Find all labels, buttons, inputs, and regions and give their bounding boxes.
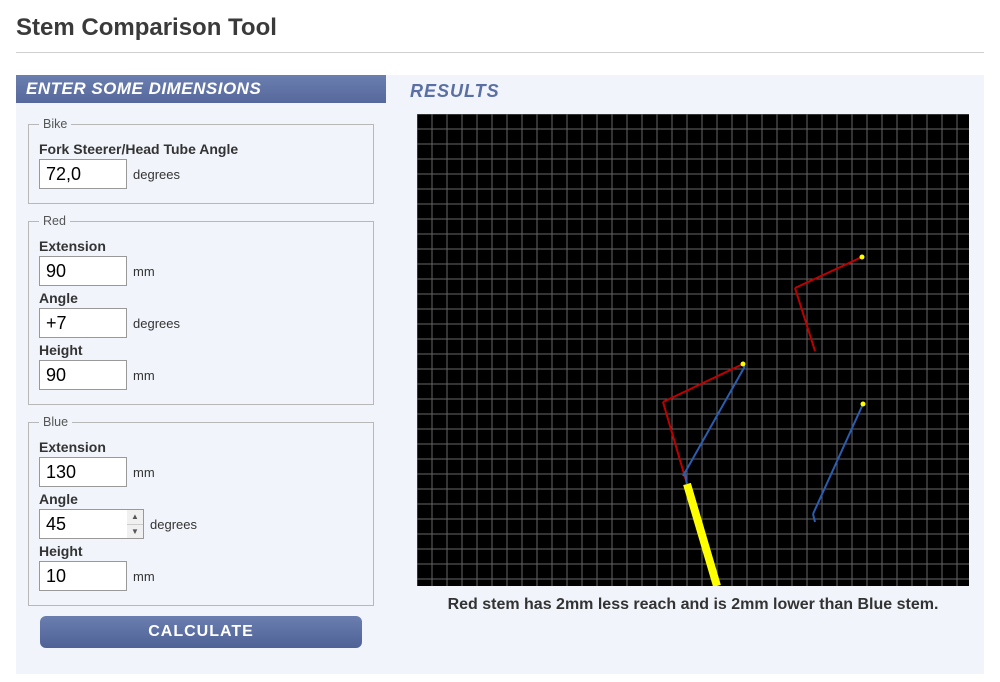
blue-angle-label: Angle xyxy=(39,491,363,507)
blue-extension-unit: mm xyxy=(133,465,155,480)
group-red: Red Extension mm Angle degrees Height xyxy=(28,214,374,405)
dimensions-panel: ENTER SOME DIMENSIONS Bike Fork Steerer/… xyxy=(16,75,386,662)
group-bike-legend: Bike xyxy=(39,117,71,131)
stem-diagram xyxy=(417,114,969,586)
results-title: RESULTS xyxy=(410,81,976,102)
page-title: Stem Comparison Tool xyxy=(16,8,984,53)
results-panel: RESULTS Red stem has 2mm less reach and … xyxy=(410,75,976,662)
red-extension-input[interactable] xyxy=(39,256,127,286)
blue-height-label: Height xyxy=(39,543,363,559)
red-height-unit: mm xyxy=(133,368,155,383)
red-extension-label: Extension xyxy=(39,238,363,254)
spinner-down-icon[interactable]: ▼ xyxy=(127,524,143,538)
blue-height-input[interactable] xyxy=(39,561,127,591)
panel-body: Bike Fork Steerer/Head Tube Angle degree… xyxy=(16,103,386,662)
calculate-button[interactable]: CALCULATE xyxy=(40,616,362,648)
red-height-input[interactable] xyxy=(39,360,127,390)
spinner-up-icon[interactable]: ▲ xyxy=(127,510,143,524)
head-angle-unit: degrees xyxy=(133,167,180,182)
group-blue-legend: Blue xyxy=(39,415,72,429)
blue-angle-input[interactable] xyxy=(39,509,127,539)
head-angle-input[interactable] xyxy=(39,159,127,189)
red-angle-label: Angle xyxy=(39,290,363,306)
red-extension-unit: mm xyxy=(133,264,155,279)
blue-extension-label: Extension xyxy=(39,439,363,455)
blue-extension-input[interactable] xyxy=(39,457,127,487)
group-blue: Blue Extension mm Angle ▲ ▼ xyxy=(28,415,374,606)
group-red-legend: Red xyxy=(39,214,70,228)
blue-height-unit: mm xyxy=(133,569,155,584)
content: ENTER SOME DIMENSIONS Bike Fork Steerer/… xyxy=(16,75,984,674)
blue-angle-unit: degrees xyxy=(150,517,197,532)
head-angle-label: Fork Steerer/Head Tube Angle xyxy=(39,141,363,157)
red-height-label: Height xyxy=(39,342,363,358)
result-summary: Red stem has 2mm less reach and is 2mm l… xyxy=(410,596,976,614)
blue-angle-spinner: ▲ ▼ xyxy=(127,509,144,539)
red-angle-input[interactable] xyxy=(39,308,127,338)
red-angle-unit: degrees xyxy=(133,316,180,331)
group-bike: Bike Fork Steerer/Head Tube Angle degree… xyxy=(28,117,374,204)
panel-header: ENTER SOME DIMENSIONS xyxy=(16,75,386,103)
